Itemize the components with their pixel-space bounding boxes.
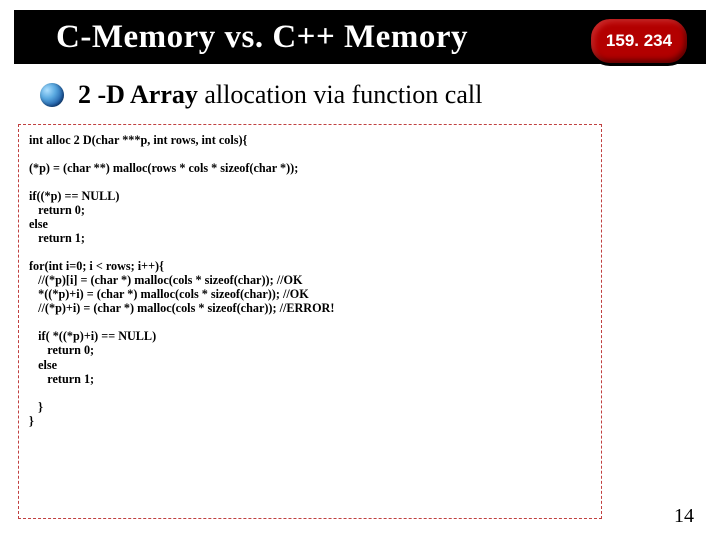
code-line-1: int alloc 2 D(char ***p, int rows, int c… <box>29 133 247 147</box>
bullet-sphere-icon <box>40 83 64 107</box>
subtitle-text: 2 -D Array allocation via function call <box>78 80 482 110</box>
code-block-3: if((*p) == NULL) return 0; else return 1… <box>29 189 119 245</box>
code-block-6: } } <box>29 400 43 428</box>
subtitle-row: 2 -D Array allocation via function call <box>40 80 482 110</box>
title-bar: C-Memory vs. C++ Memory 159. 234 <box>14 10 706 64</box>
slide-title: C-Memory vs. C++ Memory <box>56 19 468 56</box>
course-badge: 159. 234 <box>588 16 690 66</box>
subtitle-bold: 2 -D Array <box>78 80 198 109</box>
page-number: 14 <box>674 505 694 528</box>
subtitle-rest: allocation via function call <box>198 80 482 109</box>
code-block-5: if( *((*p)+i) == NULL) return 0; else re… <box>29 329 156 385</box>
code-box: int alloc 2 D(char ***p, int rows, int c… <box>18 124 602 519</box>
code-block-4: for(int i=0; i < rows; i++){ //(*p)[i] =… <box>29 259 334 315</box>
course-code: 159. 234 <box>606 31 672 51</box>
code-block-2: (*p) = (char **) malloc(rows * cols * si… <box>29 161 298 175</box>
